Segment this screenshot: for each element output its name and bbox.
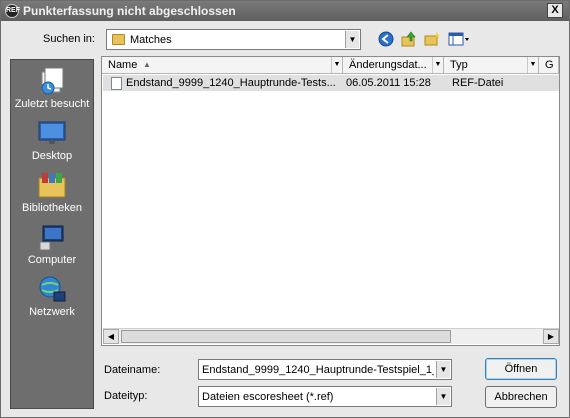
back-icon[interactable] [377,31,395,49]
column-label: Name [108,59,138,71]
filename-label: Dateiname: [104,364,161,376]
horizontal-scrollbar[interactable]: ◀ ▶ [103,328,559,344]
chevron-down-icon[interactable]: ▼ [436,361,450,378]
column-label: Typ [450,59,468,71]
file-modified: 06.05.2011 15:28 [346,77,431,89]
chevron-down-icon[interactable]: ▼ [432,57,443,73]
place-libraries[interactable]: Bibliotheken [11,166,93,218]
place-label: Computer [27,254,77,266]
look-in-label: Suchen in: [43,33,95,45]
column-header-modified[interactable]: Änderungsdat... ▼ [343,57,444,74]
place-desktop[interactable]: Desktop [11,114,93,166]
file-name: Endstand_9999_1240_Hauptrunde-Tests... [126,77,336,89]
place-label: Netzwerk [29,306,75,318]
place-label: Zuletzt besucht [14,98,90,110]
look-in-dropdown[interactable]: Matches ▼ [106,29,361,50]
chevron-down-icon[interactable]: ▼ [527,57,538,73]
place-computer[interactable]: Computer [11,218,93,270]
scroll-right-icon[interactable]: ▶ [543,329,559,344]
chevron-down-icon[interactable]: ▼ [345,31,359,48]
filetype-value: Dateien escoresheet (*.ref) [202,391,334,403]
folder-icon [112,34,125,45]
window-title: Punkterfassung nicht abgeschlossen [23,4,236,18]
filename-value: Endstand_9999_1240_Hauptrunde-Testspiel_… [202,364,434,376]
file-list[interactable]: Name ▲ ▼ Änderungsdat... ▼ Typ ▼ G Endst… [101,56,560,346]
column-header-name[interactable]: Name ▲ ▼ [102,57,343,74]
look-in-value: Matches [130,34,172,46]
cancel-button[interactable]: Abbrechen [485,386,557,408]
filetype-select[interactable]: Dateien escoresheet (*.ref) ▼ [198,386,452,407]
column-label: Änderungsdat... [349,59,427,71]
chevron-down-icon[interactable]: ▼ [331,57,342,73]
column-header-type[interactable]: Typ ▼ [444,57,539,74]
desktop-icon [37,118,67,148]
view-menu-icon[interactable] [447,31,471,49]
place-label: Desktop [31,150,73,162]
app-icon: REF [5,4,20,18]
places-bar: Zuletzt besucht Desktop Bibliotheken Com… [10,59,94,409]
table-row[interactable]: Endstand_9999_1240_Hauptrunde-Tests... 0… [103,75,559,91]
libraries-icon [37,170,67,200]
scrollbar-thumb[interactable] [121,330,451,343]
new-folder-icon[interactable] [423,31,441,49]
filename-field[interactable]: Endstand_9999_1240_Hauptrunde-Testspiel_… [198,359,452,380]
scroll-left-icon[interactable]: ◀ [103,329,119,344]
computer-icon [37,222,67,252]
column-header-size[interactable]: G [539,57,559,74]
filetype-label: Dateityp: [104,390,148,402]
file-icon [111,77,122,90]
file-type: REF-Datei [452,77,504,89]
up-folder-icon[interactable] [400,31,418,49]
recent-icon [37,66,67,96]
title-bar[interactable]: REF Punkterfassung nicht abgeschlossen X [1,1,569,21]
chevron-down-icon[interactable]: ▼ [436,388,450,405]
open-button[interactable]: Öffnen [485,358,557,380]
close-button[interactable]: X [547,3,563,18]
place-recent[interactable]: Zuletzt besucht [11,62,93,114]
place-label: Bibliotheken [22,202,82,214]
place-network[interactable]: Netzwerk [11,270,93,322]
column-label: G [545,59,554,71]
sort-ascending-icon: ▲ [143,60,151,69]
network-icon [37,274,67,304]
file-open-dialog: REF Punkterfassung nicht abgeschlossen X… [0,0,570,418]
